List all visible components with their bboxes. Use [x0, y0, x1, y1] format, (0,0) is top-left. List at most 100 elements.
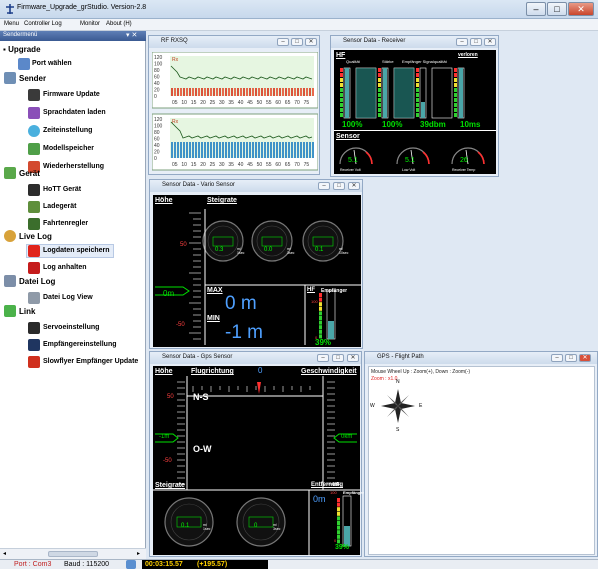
vario-caption[interactable]: Sensor Data - Vario Sensor – □ ✕ [150, 180, 362, 192]
recv-level-led [416, 88, 419, 92]
scroll-right-icon[interactable]: ▸ [137, 550, 140, 557]
flight-path-minimize-button[interactable]: – [551, 354, 563, 362]
rf-rxsq-caption[interactable]: RF RXSQ – □ ✕ [149, 36, 319, 48]
flight-path-close-button[interactable]: ✕ [579, 354, 591, 362]
rf-top-bar [291, 88, 293, 96]
recv-level-led [416, 78, 419, 82]
rf-bot-bar [246, 142, 248, 158]
vario-empfaenger-label: Empfänger [321, 288, 348, 294]
gps-window[interactable]: Sensor Data - Gps Sensor – □ ✕ Höhe Flug… [149, 351, 364, 557]
gauge-low-volt-label: Low Volt [402, 168, 416, 172]
vario-bar-led [319, 320, 322, 325]
section-geraet[interactable]: Gerät [19, 169, 40, 178]
section-live-log[interactable]: Live Log [19, 232, 52, 241]
gauge-temp-value: 26 [460, 157, 468, 164]
flight-path-title: GPS - Flight Path [377, 354, 424, 360]
rf-top-x-tick: 50 [257, 100, 263, 106]
receiver-close-button[interactable]: ✕ [484, 38, 496, 46]
sidebar: Sendermenü ▾ ✕ ▪ Upgrade Port wählen Sen… [0, 31, 146, 559]
receiver-maximize-button[interactable]: □ [470, 38, 482, 46]
sidebar-item-firmware-update[interactable]: Firmware Update [43, 91, 100, 98]
rf-top-x-tick: 30 [219, 100, 225, 106]
close-button[interactable]: ✕ [568, 2, 594, 16]
minimize-button[interactable]: – [526, 2, 546, 16]
gps-caption[interactable]: Sensor Data - Gps Sensor – □ ✕ [150, 352, 361, 364]
rf-bot-bar [309, 142, 311, 158]
recv-level-led [454, 83, 457, 87]
sidebar-item-port[interactable]: Port wählen [32, 60, 72, 67]
pin-icon[interactable]: ▾ ✕ [126, 31, 137, 39]
gps-maximize-button[interactable]: □ [332, 354, 344, 362]
sidebar-item-slowflyer-update[interactable]: Slowflyer Empfänger Update [43, 358, 138, 365]
rf-bot-bar [255, 142, 257, 158]
recv-level-fill [345, 68, 349, 118]
sidebar-item-empfaengereinstellung[interactable]: Empfängereinstellung [43, 341, 117, 348]
rf-top-bar [312, 88, 314, 96]
sidebar-item-datei-log-view[interactable]: Datei Log View [43, 294, 93, 301]
gauge-temp-label: Receiver Temp [452, 168, 476, 172]
vario-window[interactable]: Sensor Data - Vario Sensor – □ ✕ Höhe St… [149, 179, 363, 349]
rf-top-bar [174, 88, 176, 96]
sidebar-item-ladegeraet[interactable]: Ladegerät [43, 203, 76, 210]
firmware-icon [28, 89, 40, 101]
section-link[interactable]: Link [19, 307, 35, 316]
recv-level-led [416, 83, 419, 87]
rf-top-bar [285, 88, 287, 96]
rf-top-bar [171, 88, 173, 96]
rf-bot-bar [285, 142, 287, 158]
flight-path-caption[interactable]: GPS - Flight Path – □ ✕ [365, 352, 597, 364]
sidebar-scrollbar[interactable]: ◂ ▸ [0, 548, 146, 559]
recv-level-led [454, 113, 457, 117]
rf-top-bar [201, 88, 203, 96]
rf-top-bar [189, 88, 191, 96]
record-icon [28, 245, 40, 257]
vario-maximize-button[interactable]: □ [333, 182, 345, 190]
menu-item-about[interactable]: About (H) [106, 21, 132, 27]
rf-close-button[interactable]: ✕ [305, 38, 317, 46]
rf-top-bar [258, 88, 260, 96]
flight-path-maximize-button[interactable]: □ [565, 354, 577, 362]
rf-maximize-button[interactable]: □ [291, 38, 303, 46]
menu-item-controller-log[interactable]: Controller Log [24, 21, 62, 27]
section-datei-log[interactable]: Datei Log [19, 277, 55, 286]
sidebar-item-fahrtenregler[interactable]: Fahrtenregler [43, 220, 88, 227]
sidebar-item-logdaten-speichern[interactable]: Logdaten speichern [43, 247, 110, 254]
receiver-caption[interactable]: Sensor Data - Receiver – □ ✕ [331, 36, 498, 48]
sidebar-item-log-anhalten[interactable]: Log anhalten [43, 264, 87, 271]
scroll-left-icon[interactable]: ◂ [3, 550, 6, 557]
recv-gauge-red-zone [477, 151, 485, 165]
rf-top-bar [252, 88, 254, 96]
vario-minimize-button[interactable]: – [318, 182, 330, 190]
rf-minimize-button[interactable]: – [277, 38, 289, 46]
vario-close-button[interactable]: ✕ [348, 182, 360, 190]
scrollbar-thumb[interactable] [48, 551, 98, 557]
section-upgrade[interactable]: ▪ Upgrade [3, 45, 41, 54]
flight-path-canvas[interactable]: Mouse Wheel Up : Zoom(+), Down : Zoom(-)… [368, 366, 595, 555]
receiver-minimize-button[interactable]: – [456, 38, 468, 46]
maximize-button[interactable]: □ [547, 2, 567, 16]
sidebar-item-servoeinstellung[interactable]: Servoeinstellung [43, 324, 99, 331]
gps-close-button[interactable]: ✕ [347, 354, 359, 362]
slowflyer-icon [28, 356, 40, 368]
rf-bot-bar [237, 142, 239, 158]
rf-top-bar [303, 88, 305, 96]
gps-minimize-button[interactable]: – [317, 354, 329, 362]
sidebar-item-zeiteinstellung[interactable]: Zeiteinstellung [43, 127, 92, 134]
recv-level-led [454, 98, 457, 102]
receiver-bars [340, 67, 465, 119]
rf-bot-x-tick: 10 [181, 162, 187, 168]
rf-top-bar [276, 88, 278, 96]
rf-rxsq-window[interactable]: RF RXSQ – □ ✕ 120 120 100 100 80 80 60 60 40 40 20… [148, 35, 320, 175]
rf-bot-x-tick: 60 [275, 162, 281, 168]
receiver-window[interactable]: Sensor Data - Receiver – □ ✕ HF Qualität… [330, 35, 499, 177]
sidebar-item-sprachdaten[interactable]: Sprachdaten laden [43, 109, 106, 116]
menu-item-monitor[interactable]: Monitor [80, 21, 100, 27]
sidebar-item-modellspeicher[interactable]: Modellspeicher [43, 145, 94, 152]
rf-bot-bar [288, 142, 290, 158]
flight-path-window[interactable]: GPS - Flight Path – □ ✕ Mouse Wheel Up :… [364, 351, 598, 557]
gps-title: Sensor Data - Gps Sensor [162, 354, 233, 360]
menu-item-menu[interactable]: Menu [4, 21, 19, 27]
section-sender[interactable]: Sender [19, 74, 46, 83]
sidebar-item-wiederherstellung[interactable]: Wiederherstellung [43, 163, 104, 170]
sidebar-item-hott-geraet[interactable]: HoTT Gerät [43, 186, 81, 193]
